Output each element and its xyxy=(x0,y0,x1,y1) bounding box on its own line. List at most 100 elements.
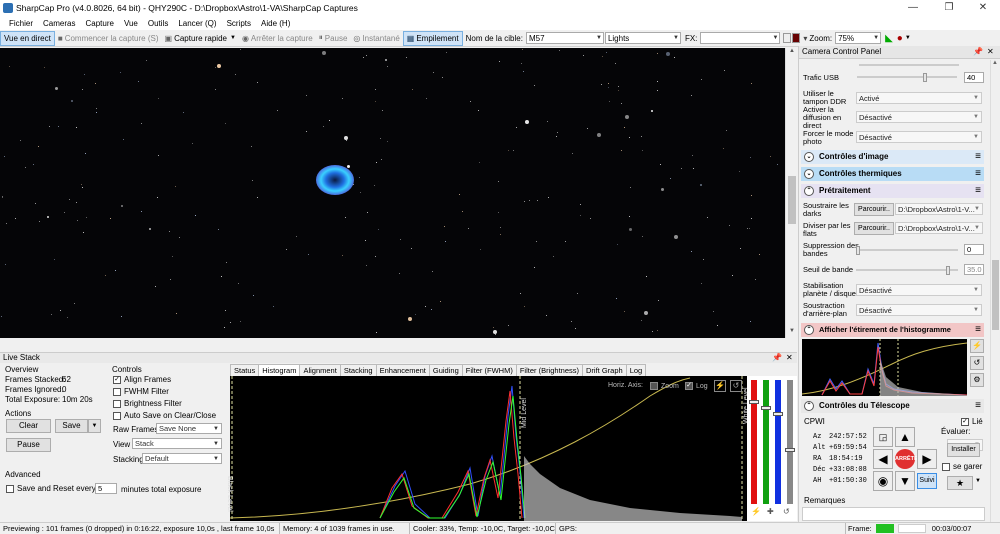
install-button[interactable]: Installer xyxy=(947,443,980,457)
start-capture-button[interactable]: ■ Commencer la capture (S) xyxy=(55,31,162,46)
ddr-buffer-select[interactable]: Activé ▼ xyxy=(856,92,982,104)
arrow-left-icon[interactable]: ◀ xyxy=(873,449,893,469)
section-menu-icon[interactable]: ≡ xyxy=(975,184,981,197)
collapse-icon[interactable]: ⌃ xyxy=(804,325,814,335)
scroll-up-icon[interactable]: ▲ xyxy=(992,60,998,66)
reticle-icon[interactable]: ● xyxy=(897,33,903,44)
fwhm-filter-box[interactable] xyxy=(113,387,121,396)
photo-mode-select[interactable]: Désactivé ▼ xyxy=(856,131,982,143)
target-icon[interactable]: ◉ xyxy=(873,471,893,491)
collapse-icon[interactable]: ⌃ xyxy=(804,401,814,411)
usb-traffic-slider[interactable] xyxy=(857,73,957,82)
auto-save-box[interactable] xyxy=(113,411,121,420)
park-checkbox[interactable]: se garer xyxy=(942,462,982,471)
band-threshold-input[interactable]: 35.0 xyxy=(964,264,984,275)
tab-drift-graph[interactable]: Drift Graph xyxy=(582,364,627,376)
tab-stacking[interactable]: Stacking xyxy=(339,364,377,376)
arrow-down-icon[interactable]: ▼ xyxy=(895,471,915,491)
red-level-bar[interactable] xyxy=(751,380,757,504)
save-options-button[interactable]: ▼ xyxy=(88,419,101,433)
collapse-icon[interactable]: ⌃ xyxy=(804,186,814,196)
linked-checkbox[interactable]: ✓ Lié xyxy=(961,417,983,426)
green-level-handle[interactable] xyxy=(761,406,771,410)
check-icon[interactable]: ✓ xyxy=(961,417,969,426)
section-menu-icon[interactable]: ≡ xyxy=(975,167,981,180)
save-button[interactable]: Save xyxy=(55,419,88,433)
pause-stack-button[interactable]: Pause xyxy=(6,438,51,452)
red-level-handle[interactable] xyxy=(749,400,759,404)
check-icon[interactable]: ✓ xyxy=(685,382,693,390)
menu-help[interactable]: Aide (H) xyxy=(261,19,290,28)
flats-browse-button[interactable]: Parcourir.. xyxy=(854,222,894,235)
zoom-checkbox-box[interactable] xyxy=(650,382,658,390)
target-name-input[interactable]: M57 ▼ xyxy=(525,32,604,44)
save-reset-minutes-input[interactable]: 5 xyxy=(95,483,117,494)
close-icon[interactable]: ✕ xyxy=(786,353,793,363)
tab-alignment[interactable]: Alignment xyxy=(299,364,341,376)
menu-capture[interactable]: Capture xyxy=(85,19,113,28)
remarks-input[interactable] xyxy=(802,507,985,521)
chevron-down-icon[interactable]: ▼ xyxy=(905,35,911,41)
add-icon[interactable]: ✚ xyxy=(767,507,774,516)
tab-filter-fwhm[interactable]: Filter (FWHM) xyxy=(461,364,517,376)
menu-view[interactable]: Vue xyxy=(124,19,138,28)
reset-icon[interactable]: ↺ xyxy=(783,507,790,516)
color-swatch-red[interactable] xyxy=(792,33,801,43)
image-controls-section[interactable]: ⌄ Contrôles d'image ≡ xyxy=(801,150,984,164)
green-level-bar[interactable] xyxy=(763,380,769,504)
auto-save-checkbox[interactable]: Auto Save on Clear/Close xyxy=(113,411,216,420)
view-select[interactable]: Stack ▼ xyxy=(132,438,222,449)
frame-type-select[interactable]: Lights ▼ xyxy=(604,32,681,44)
raw-frames-select[interactable]: Save None ▼ xyxy=(156,423,222,434)
pin-icon[interactable]: 📌 xyxy=(772,353,782,363)
maximize-button[interactable]: ❐ xyxy=(932,0,966,16)
histogram-icon[interactable]: ◣ xyxy=(885,33,893,44)
section-menu-icon[interactable]: ≡ xyxy=(975,323,981,336)
reset-icon[interactable]: ↺ xyxy=(730,380,742,392)
zoom-checkbox[interactable]: Zoom xyxy=(650,382,679,390)
usb-traffic-input[interactable]: 40 xyxy=(964,72,984,83)
quick-capture-button[interactable]: ▣ Capture rapide ▼ xyxy=(162,31,239,46)
darks-browse-button[interactable]: Parcourir.. xyxy=(854,203,894,216)
tab-enhancement[interactable]: Enhancement xyxy=(375,364,430,376)
save-reset-checkbox[interactable]: Save and Reset every xyxy=(6,484,96,493)
viewer-scrollbar-thumb[interactable] xyxy=(788,176,796,224)
follow-button[interactable]: Suivi xyxy=(917,473,937,489)
histogram-stretch-section[interactable]: ⌃ Afficher l'étirement de l'histogramme ≡ xyxy=(801,323,984,337)
close-icon[interactable]: ✕ xyxy=(987,46,994,58)
scroll-down-icon[interactable]: ▼ xyxy=(787,328,797,338)
align-frames-checkbox[interactable]: ✓ Align Frames xyxy=(113,375,171,384)
panel-scrollbar-thumb[interactable] xyxy=(992,260,999,330)
save-reset-checkbox-box[interactable] xyxy=(6,484,14,493)
arrow-up-icon[interactable]: ▲ xyxy=(895,427,915,447)
brightness-filter-box[interactable] xyxy=(113,399,121,408)
blue-level-bar[interactable] xyxy=(775,380,781,504)
arrow-right-icon[interactable]: ▶ xyxy=(917,449,937,469)
band-suppression-input[interactable]: 0 xyxy=(964,244,984,255)
tab-status[interactable]: Status xyxy=(230,364,260,376)
clear-button[interactable]: Clear xyxy=(6,419,51,433)
luminance-level-handle[interactable] xyxy=(785,448,795,452)
minimize-button[interactable]: — xyxy=(896,0,930,16)
auto-stretch-icon[interactable]: ⚡ xyxy=(970,339,984,353)
panel-scrollbar[interactable]: ▲ xyxy=(990,60,1000,522)
tab-log[interactable]: Log xyxy=(625,364,647,376)
reset-icon[interactable]: ↺ xyxy=(970,356,984,370)
expand-icon[interactable]: ⌄ xyxy=(804,152,814,162)
background-subtraction-select[interactable]: Désactivé ▼ xyxy=(856,304,982,316)
brightness-filter-checkbox[interactable]: Brightness Filter xyxy=(113,399,182,408)
settings-icon[interactable]: ⚙ xyxy=(970,373,984,387)
flats-path-select[interactable]: D:\Dropbox\Astro\1-V... ▼ xyxy=(895,222,983,234)
viewer-scrollbar[interactable]: ▲ ▼ xyxy=(785,48,797,338)
image-viewer[interactable] xyxy=(0,48,785,338)
favorites-star-icon[interactable]: ★ xyxy=(947,476,973,490)
fx-select[interactable]: ▼ xyxy=(700,32,781,44)
tab-guiding[interactable]: Guiding xyxy=(428,364,463,376)
section-menu-icon[interactable]: ≡ xyxy=(975,399,981,412)
log-checkbox[interactable]: ✓ Log xyxy=(685,382,708,390)
direct-broadcast-select[interactable]: Désactivé ▼ xyxy=(856,111,982,123)
chevron-down-icon[interactable]: ▼ xyxy=(975,478,981,484)
snapshot-button[interactable]: ◎ Instantané xyxy=(350,31,402,46)
thermal-controls-section[interactable]: ⌄ Contrôles thermiques ≡ xyxy=(801,167,984,181)
stacking-select[interactable]: Default ▼ xyxy=(142,453,222,464)
